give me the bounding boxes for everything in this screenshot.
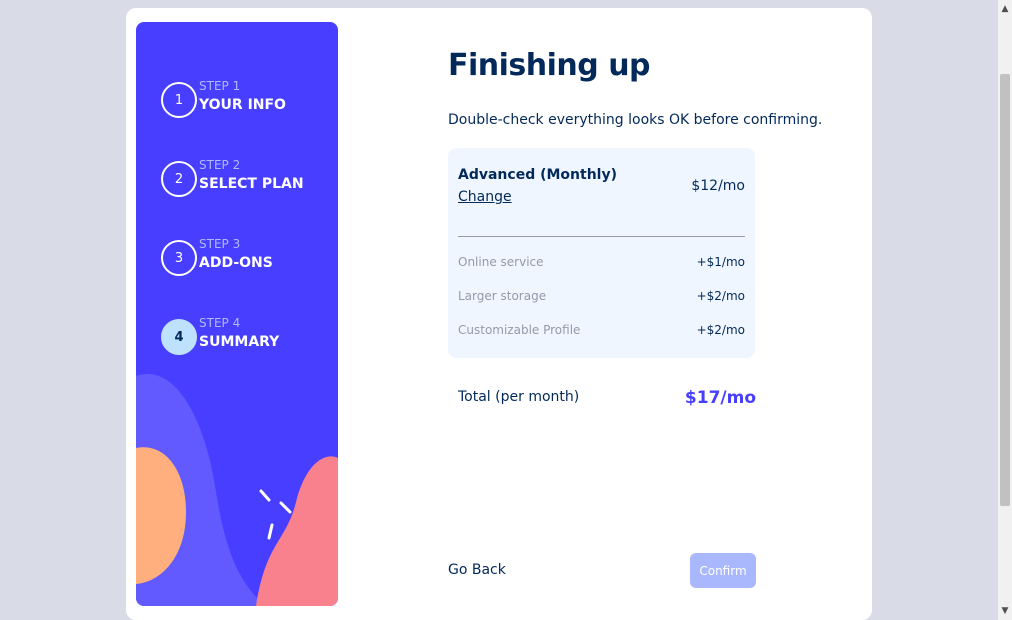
- summary-box: Advanced (Monthly) Change $12/mo Online …: [448, 148, 755, 358]
- total-label: Total (per month): [458, 389, 580, 405]
- addon-price: +$2/mo: [696, 289, 745, 303]
- scrollbar-thumb[interactable]: [1000, 74, 1010, 506]
- step-label: STEP 2: [199, 158, 241, 172]
- plan-price: $12/mo: [691, 178, 745, 194]
- form-card: 1 STEP 1 YOUR INFO 2 STEP 2 SELECT PLAN …: [126, 8, 872, 620]
- plan-name: Advanced (Monthly): [458, 167, 617, 183]
- addon-name: Customizable Profile: [458, 323, 581, 337]
- step-title: ADD-ONS: [199, 255, 273, 271]
- addon-name: Online service: [458, 255, 544, 269]
- addon-row: Online service +$1/mo: [458, 255, 745, 273]
- scroll-up-arrow-icon[interactable]: ▲: [998, 2, 1012, 16]
- step-number-badge: 3: [161, 240, 197, 276]
- confirm-button[interactable]: Confirm: [690, 553, 756, 588]
- step-number-badge: 1: [161, 82, 197, 118]
- page-title: Finishing up: [448, 48, 651, 83]
- step-label: STEP 4: [199, 316, 241, 330]
- page-subtitle: Double-check everything looks OK before …: [448, 112, 823, 128]
- change-plan-link[interactable]: Change: [458, 189, 512, 205]
- step-title: SUMMARY: [199, 334, 280, 350]
- addon-row: Customizable Profile +$2/mo: [458, 323, 745, 341]
- main-content: Finishing up Double-check everything loo…: [448, 8, 822, 620]
- scrollbar[interactable]: ▲ ▼: [998, 0, 1012, 620]
- total-price: $17/mo: [684, 388, 756, 408]
- sidebar: 1 STEP 1 YOUR INFO 2 STEP 2 SELECT PLAN …: [136, 22, 338, 606]
- step-number-badge-active: 4: [161, 319, 197, 355]
- addon-name: Larger storage: [458, 289, 547, 303]
- step-label: STEP 3: [199, 237, 241, 251]
- step-title: YOUR INFO: [199, 97, 286, 113]
- addon-price: +$1/mo: [696, 255, 745, 269]
- addon-row: Larger storage +$2/mo: [458, 289, 745, 307]
- addon-price: +$2/mo: [696, 323, 745, 337]
- divider: [458, 236, 745, 237]
- step-number-badge: 2: [161, 161, 197, 197]
- scroll-down-arrow-icon[interactable]: ▼: [998, 604, 1012, 618]
- step-label: STEP 1: [199, 79, 241, 93]
- go-back-button[interactable]: Go Back: [448, 562, 506, 578]
- step-title: SELECT PLAN: [199, 176, 304, 192]
